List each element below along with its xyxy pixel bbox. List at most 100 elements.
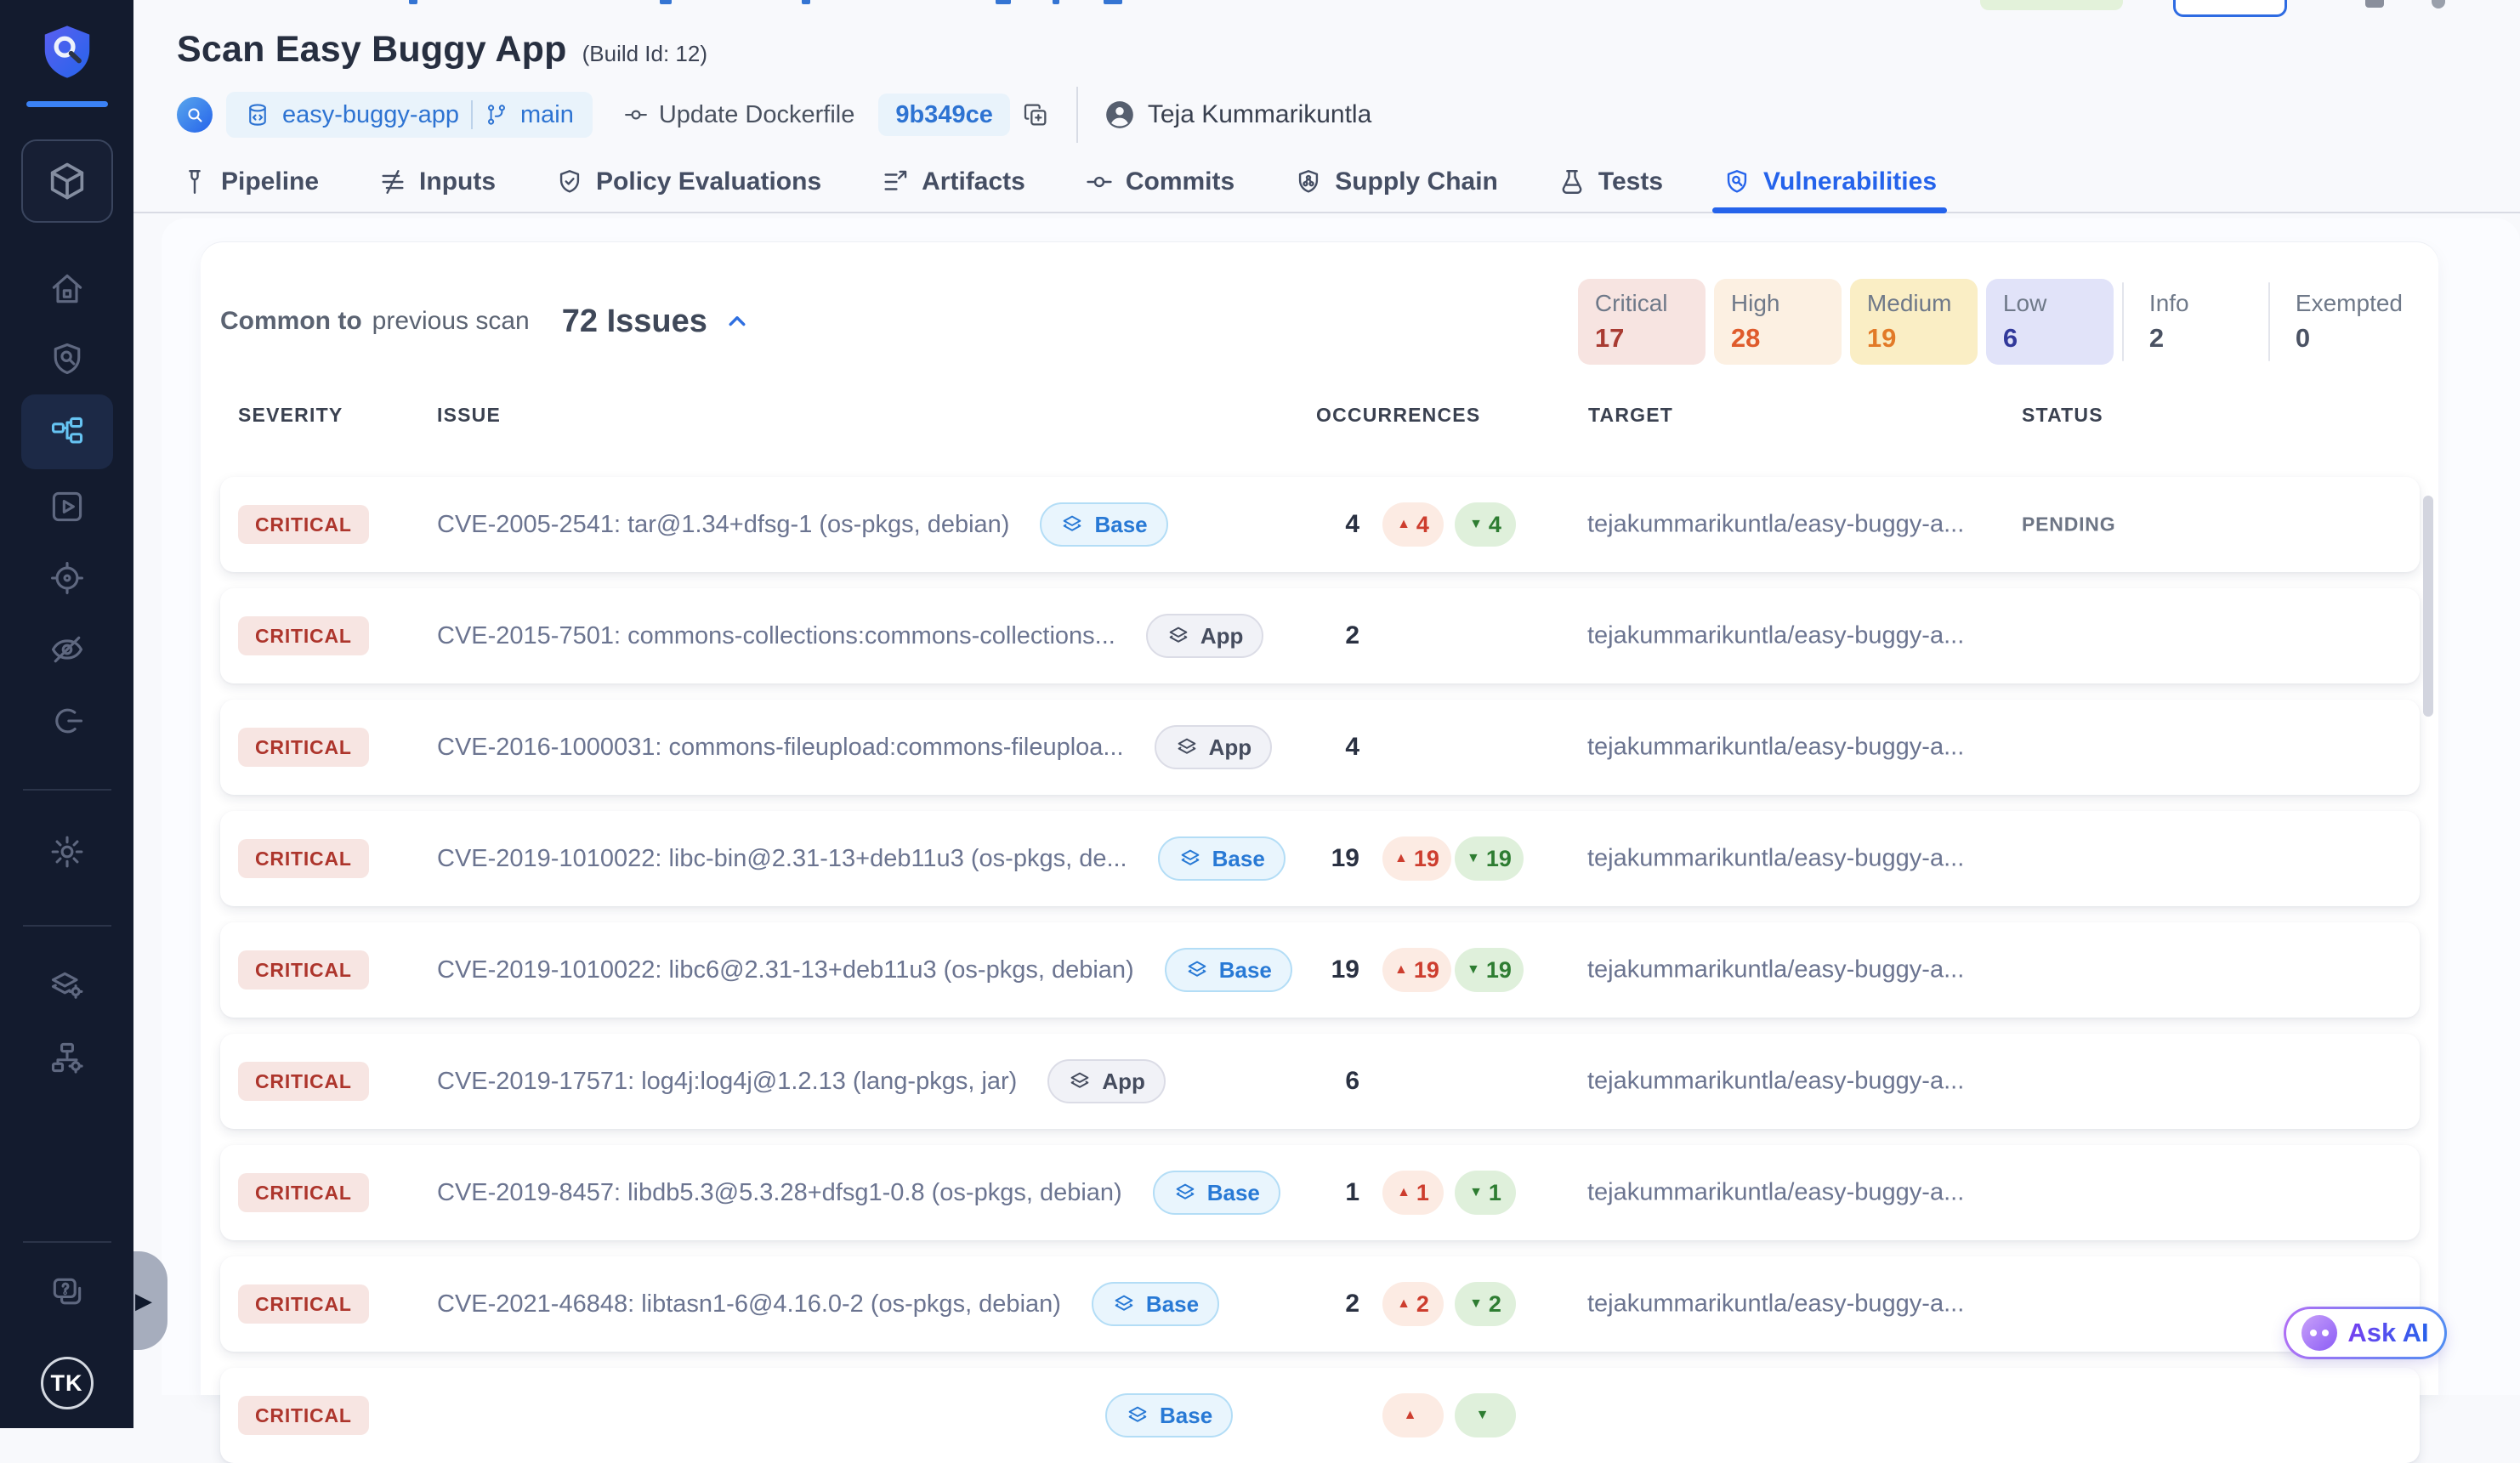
severity-chip-critical[interactable]: Critical 17 — [1578, 279, 1706, 365]
table-row[interactable]: CRITICAL Base ▲ ▼ — [220, 1368, 2420, 1463]
doc-icon-cutoff[interactable] — [2365, 0, 2384, 8]
tab-label: Tests — [1598, 167, 1663, 196]
tab-tests[interactable]: Tests — [1554, 152, 1666, 212]
chip-value: 6 — [2003, 323, 2105, 354]
occurrences-count: 19 — [1274, 955, 1359, 984]
sidebar-item-integrations[interactable] — [48, 967, 86, 1005]
issue-cell: CVE-2019-17571: log4j:log4j@1.2.13 (lang… — [437, 1059, 1166, 1103]
user-avatar[interactable]: TK — [41, 1357, 94, 1409]
supply-icon — [1294, 167, 1323, 196]
issue-cell: CVE-2019-1010022: libc6@2.31-13+deb11u3 … — [437, 948, 1292, 992]
copy-sha-button[interactable] — [1022, 101, 1049, 128]
ask-ai-button[interactable]: Ask AI — [2284, 1307, 2447, 1359]
sidebar-item-hidden-findings[interactable] — [48, 631, 86, 668]
issue-cell: CVE-2005-2541: tar@1.34+dfsg-1 (os-pkgs,… — [437, 502, 1168, 547]
cube-icon — [52, 165, 82, 198]
sidebar-item-settings[interactable] — [48, 833, 86, 870]
table-row[interactable]: CRITICAL CVE-2019-1010022: libc6@2.31-13… — [220, 922, 2420, 1018]
table-row[interactable]: CRITICAL CVE-2019-17571: log4j:log4j@1.2… — [220, 1034, 2420, 1129]
scope-pill[interactable]: App — [1047, 1059, 1166, 1103]
sidebar-item-runs[interactable] — [48, 488, 86, 525]
scope-pill[interactable]: App — [1155, 725, 1273, 769]
occurrences-count: 19 — [1274, 844, 1359, 873]
scope-pill[interactable]: Base — [1040, 502, 1167, 547]
occurrences-count: 2 — [1274, 1290, 1359, 1318]
tab-pipeline[interactable]: Pipeline — [177, 152, 322, 212]
app-logo-shield-icon[interactable] — [36, 22, 99, 86]
scan-meta-row: easy-buggy-app main Update Dockerfile 9b… — [177, 91, 2520, 139]
sidebar-item-pipelines[interactable] — [21, 394, 113, 469]
occurrences-added-chip: ▲19 — [1382, 836, 1451, 881]
severity-badge: CRITICAL — [238, 839, 369, 878]
table-row[interactable]: CRITICAL CVE-2021-46848: libtasn1-6@4.16… — [220, 1256, 2420, 1352]
severity-badge: CRITICAL — [238, 950, 369, 990]
sidebar-expand-handle[interactable]: ▶ — [133, 1251, 167, 1350]
sidebar-item-sessions[interactable] — [48, 702, 86, 740]
sidebar-item-home[interactable] — [48, 270, 86, 308]
down-triangle-icon: ▼ — [1469, 517, 1483, 532]
severity-badge: CRITICAL — [238, 1173, 369, 1212]
scope-pill[interactable]: Base — [1153, 1171, 1280, 1215]
table-row[interactable]: CRITICAL CVE-2019-1010022: libc-bin@2.31… — [220, 811, 2420, 906]
occurrences-added-chip: ▲4 — [1382, 502, 1444, 547]
filter-emphasis: Common to — [220, 307, 362, 336]
chip-value: 28 — [1731, 323, 1833, 354]
scope-pill[interactable]: App — [1146, 614, 1264, 658]
eye-off-icon — [53, 638, 81, 661]
sidebar-item-scans[interactable] — [48, 340, 86, 377]
down-triangle-icon: ▼ — [1469, 1185, 1483, 1200]
tab-policy-evaluations[interactable]: Policy Evaluations — [552, 152, 825, 212]
issue-cell: CVE-2019-8457: libdb5.3@5.3.28+dfsg1-0.8… — [437, 1171, 1280, 1215]
scope-pill[interactable]: Base — [1092, 1282, 1219, 1326]
table-row[interactable]: CRITICAL CVE-2016-1000031: commons-fileu… — [220, 700, 2420, 795]
tab-artifacts[interactable]: Artifacts — [877, 152, 1029, 212]
outlined-button-cutoff[interactable] — [2173, 0, 2287, 17]
issue-cell: CVE-2015-7501: commons-collections:commo… — [437, 614, 1263, 658]
tab-commits[interactable]: Commits — [1081, 152, 1238, 212]
layers-icon — [1189, 962, 1205, 976]
sidebar-item-help[interactable] — [48, 1273, 86, 1311]
tab-vulnerabilities[interactable]: Vulnerabilities — [1719, 152, 1940, 212]
occurrences-removed-chip: ▼1 — [1455, 1171, 1516, 1215]
sidebar-item-targets[interactable] — [48, 559, 86, 597]
occurrences-removed-chip: ▼ — [1455, 1393, 1516, 1437]
layers-icon — [1178, 740, 1195, 753]
gear-icon — [53, 837, 82, 866]
issue-title: CVE-2005-2541: tar@1.34+dfsg-1 (os-pkgs,… — [437, 511, 1009, 539]
issue-title: CVE-2019-1010022: libc6@2.31-13+deb11u3 … — [437, 956, 1134, 984]
chip-label: Medium — [1867, 290, 1969, 317]
tab-inputs[interactable]: Inputs — [375, 152, 499, 212]
sidebar-item-components[interactable] — [48, 1039, 86, 1076]
occurrences-count: 1 — [1274, 1178, 1359, 1207]
tab-supply-chain[interactable]: Supply Chain — [1291, 152, 1501, 212]
severity-chip-info[interactable]: Info 2 — [2132, 279, 2260, 365]
breadcrumb-fragment — [660, 0, 672, 4]
severity-chip-low[interactable]: Low 6 — [1986, 279, 2114, 365]
issue-title: CVE-2015-7501: commons-collections:commo… — [437, 622, 1115, 650]
chip-label: Low — [2003, 290, 2105, 317]
severity-chip-medium[interactable]: Medium 19 — [1850, 279, 1978, 365]
table-row[interactable]: CRITICAL CVE-2019-8457: libdb5.3@5.3.28+… — [220, 1145, 2420, 1240]
severity-chip-exempted[interactable]: Exempted 0 — [2279, 279, 2411, 365]
occurrences-added-chip: ▲19 — [1382, 948, 1451, 992]
status-pill-cutoff[interactable] — [1980, 0, 2123, 10]
scope-pill[interactable]: Base — [1165, 948, 1292, 992]
target-name: tejakummarikuntla/easy-buggy-a... — [1587, 1179, 2004, 1207]
occurrences-count: 4 — [1274, 510, 1359, 539]
commit-sha-pill[interactable]: 9b349ce — [878, 94, 1010, 136]
table-row[interactable]: CRITICAL CVE-2005-2541: tar@1.34+dfsg-1 … — [220, 477, 2420, 572]
issue-title: CVE-2016-1000031: commons-fileupload:com… — [437, 734, 1124, 762]
table-row[interactable]: CRITICAL CVE-2015-7501: commons-collecti… — [220, 588, 2420, 683]
scrollbar-thumb[interactable] — [2423, 496, 2433, 717]
severity-chip-high[interactable]: High 28 — [1714, 279, 1842, 365]
scope-pill[interactable]: Base — [1158, 836, 1286, 881]
sidebar-item-products[interactable] — [21, 139, 113, 223]
repo-branch-pill[interactable]: easy-buggy-app main — [226, 92, 593, 138]
ask-ai-label: Ask AI — [2347, 1318, 2428, 1348]
layers-icon — [1130, 1408, 1146, 1421]
up-triangle-icon: ▲ — [1397, 1185, 1410, 1200]
collapse-issues-button[interactable] — [723, 307, 752, 336]
breadcrumb-fragment — [1053, 0, 1059, 4]
scope-pill[interactable]: Base — [1105, 1393, 1233, 1437]
column-header-issue: ISSUE — [437, 404, 501, 427]
